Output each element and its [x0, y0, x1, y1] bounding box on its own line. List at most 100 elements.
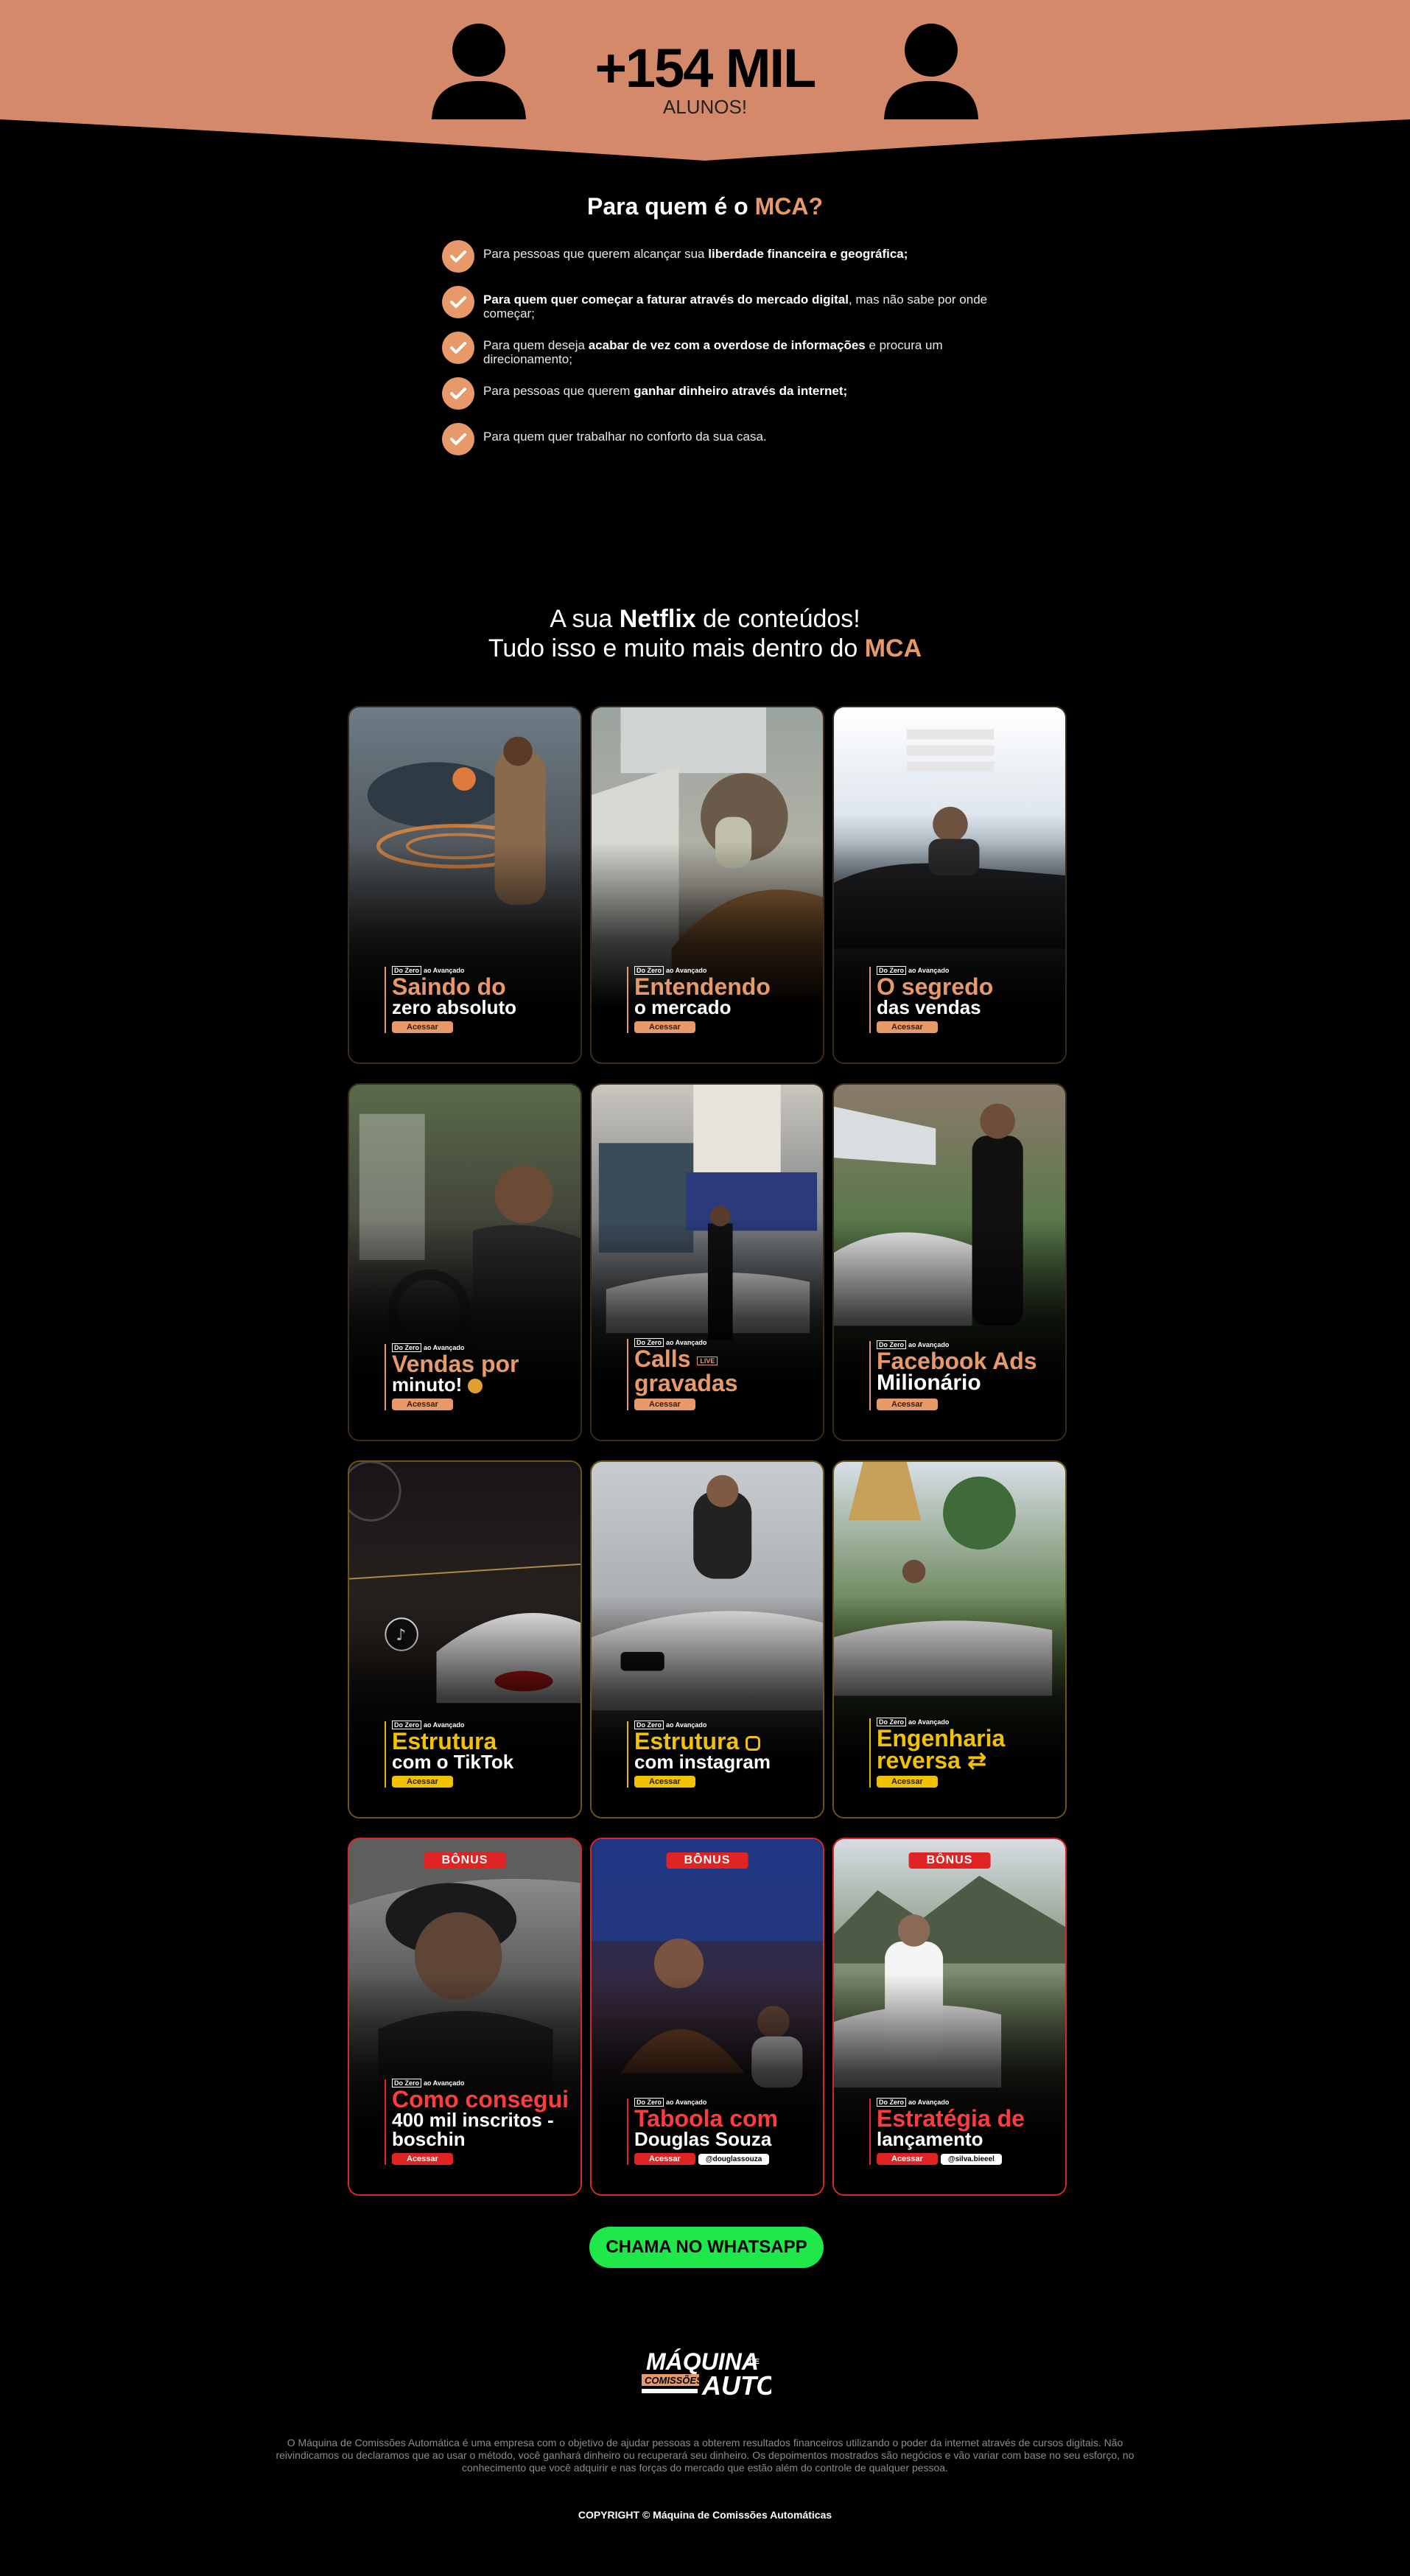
card-subtitle: das vendas: [877, 996, 981, 1018]
card-subtitle: lançamento: [877, 2128, 983, 2150]
card-content: Do Zero ao Avançado Engenharia reversa ⇄ …: [869, 1718, 1061, 1788]
check-icon: [442, 240, 474, 273]
check-icon: [442, 377, 474, 410]
access-button[interactable]: Acessar: [877, 2153, 938, 2165]
benefit-item: Para pessoas que querem alcançar sua lib…: [442, 240, 1002, 290]
card-content: Do Zero ao Avançado Vendas por minuto! Ac…: [385, 1343, 576, 1410]
course-card[interactable]: Do Zero ao Avançado O segredo das vendas …: [832, 706, 1067, 1064]
instagram-handle[interactable]: @silva.bieeel: [940, 2154, 1002, 2165]
card-subtitle: o mercado: [634, 996, 732, 1018]
svg-text:COMISSÕES: COMISSÕES: [645, 2375, 703, 2386]
check-icon: [442, 332, 474, 364]
benefit-item: Para quem quer trabalhar no conforto da …: [442, 423, 1002, 473]
stats-banner: +154 MIL ALUNOS!: [0, 0, 1410, 162]
card-content: Do Zero ao Avançado Calls LIVE gravadas A…: [627, 1338, 818, 1410]
benefit-text: Para pessoas que querem ganhar dinheiro …: [483, 384, 848, 398]
benefit-text: Para pessoas que querem alcançar sua lib…: [483, 247, 908, 261]
card-subtitle: Milionário: [877, 1371, 981, 1395]
access-button[interactable]: Acessar: [392, 2153, 453, 2165]
card-title: Saindo do: [392, 973, 506, 1000]
svg-text:AUTO: AUTO: [701, 2370, 771, 2401]
course-card[interactable]: ♪ Do Zeroao Avançado Estrutura com o Tik…: [348, 1460, 582, 1819]
card-subtitle: zero absoluto: [392, 996, 517, 1018]
card-content: Do Zero ao Avançado Taboola com Douglas S…: [627, 2098, 818, 2165]
access-button[interactable]: Acessar: [392, 1776, 453, 1788]
access-button[interactable]: Acessar: [392, 1021, 453, 1033]
card-subtitle: gravadas: [634, 1370, 738, 1396]
access-button[interactable]: Acessar: [392, 1399, 453, 1410]
card-subtitle: com o TikTok: [392, 1751, 514, 1773]
access-button[interactable]: Acessar: [634, 1021, 695, 1033]
card-content: Do Zero ao Avançado Estratégia de lançame…: [869, 2098, 1061, 2165]
benefit-item: Para pessoas que querem ganhar dinheiro …: [442, 377, 1002, 427]
card-content: Do Zero ao Avançado Facebook Ads Milionár…: [869, 1340, 1061, 1410]
card-title: O segredo: [877, 973, 994, 1000]
audience-title-text: Para quem é o: [586, 193, 755, 220]
audience-title-accent: MCA?: [754, 193, 824, 220]
bonus-badge: BÔNUS: [424, 1852, 506, 1869]
students-label: ALUNOS!: [662, 96, 748, 118]
access-button[interactable]: Acessar: [877, 1399, 938, 1410]
svg-text:DE: DE: [749, 2358, 760, 2366]
card-title: Facebook Ads: [877, 1348, 1037, 1374]
benefit-text: Para quem quer começar a faturar através…: [483, 293, 988, 321]
instagram-handle[interactable]: @douglassouza: [698, 2154, 770, 2165]
card-content: Do Zero ao Avançado Entendendo o mercado …: [627, 966, 818, 1033]
bonus-card[interactable]: BÔNUS Do Zero ao Avançado Taboola com Dou…: [590, 1838, 824, 2196]
card-subtitle: reversa ⇄: [877, 1747, 987, 1774]
legal-disclaimer: O Máquina de Comissões Automática é uma …: [276, 2437, 1134, 2474]
bonus-card[interactable]: BÔNUS Do Zero ao Avançado Estratégia de l…: [832, 1838, 1067, 2196]
check-icon: [442, 286, 474, 318]
whatsapp-button[interactable]: CHAMA NO WHATSAPP: [589, 2227, 824, 2268]
card-content: Do Zero ao Avançado O segredo das vendas …: [869, 966, 1061, 1033]
card-title: Estrutura: [392, 1728, 497, 1754]
card-subtitle: Douglas Souza: [634, 2128, 772, 2150]
card-title: Vendas por: [392, 1351, 519, 1377]
benefits-list: Para pessoas que querem alcançar sua lib…: [442, 240, 1002, 473]
instagram-icon: [746, 1735, 761, 1751]
live-badge: LIVE: [697, 1357, 718, 1365]
course-card[interactable]: Do Zero ao Avançado Calls LIVE gravadas A…: [590, 1083, 824, 1441]
card-title: Calls LIVE: [634, 1347, 818, 1372]
access-button[interactable]: Acessar: [877, 1776, 938, 1788]
access-button[interactable]: Acessar: [634, 1776, 695, 1788]
access-button[interactable]: Acessar: [634, 2153, 695, 2165]
card-title: Entendendo: [634, 973, 771, 1000]
benefit-text: Para quem quer trabalhar no conforto da …: [483, 430, 767, 444]
course-card[interactable]: Do Zero ao Avançado Vendas por minuto! Ac…: [348, 1083, 582, 1441]
benefit-text: Para quem deseja acabar de vez com a ove…: [483, 338, 943, 366]
card-subtitle: minuto!: [392, 1375, 576, 1394]
card-content: Do Zero ao Avançado Estrutura com instagr…: [627, 1721, 818, 1788]
card-subtitle: com instagram: [634, 1751, 771, 1773]
copyright: COPYRIGHT © Máquina de Comissões Automát…: [578, 2509, 832, 2521]
netflix-title-line2: Tudo isso e muito mais dentro do MCA: [488, 634, 922, 662]
benefit-item: Para quem quer começar a faturar através…: [442, 286, 1002, 336]
card-content: Do Zero ao Avançado Estrutura com o TikTo…: [385, 1721, 576, 1788]
course-card[interactable]: Do Zero ao Avançado Facebook Ads Milionár…: [832, 1083, 1067, 1441]
access-button[interactable]: Acessar: [877, 1021, 938, 1033]
course-card[interactable]: Do Zero ao Avançado Entendendo o mercado …: [590, 706, 824, 1064]
course-card[interactable]: Do Zero ao Avançado Estrutura com instagr…: [590, 1460, 824, 1819]
course-card[interactable]: Do Zero ao Avançado Engenharia reversa ⇄ …: [832, 1460, 1067, 1819]
repeat-icon: ⇄: [967, 1747, 987, 1774]
netflix-title-line1: A sua Netflix de conteúdos!: [550, 605, 860, 633]
card-title: Estratégia de: [877, 2105, 1025, 2132]
course-card[interactable]: Do Zero ao Avançado Saindo do zero absolu…: [348, 706, 582, 1064]
card-title: Como consegui: [392, 2086, 569, 2113]
card-subtitle: 400 mil inscritos - boschin: [392, 2109, 554, 2150]
bonus-card[interactable]: BÔNUS Do Zero ao Avançado Como consegui 4…: [348, 1838, 582, 2196]
coin-icon: [467, 1379, 483, 1394]
check-icon: [442, 423, 474, 455]
audience-title: Para quem é o MCA?: [0, 193, 1410, 220]
brand-logo: MÁQUINA DE COMISSÕES AUTO: [639, 2346, 776, 2402]
students-count: +154 MIL: [594, 38, 817, 99]
card-title: Taboola com: [634, 2105, 778, 2132]
bonus-badge: BÔNUS: [908, 1852, 991, 1869]
card-title: Estrutura: [634, 1729, 818, 1753]
bonus-badge: BÔNUS: [666, 1852, 748, 1869]
card-content: Do Zero ao Avançado Como consegui 400 mil…: [385, 2079, 576, 2165]
benefit-item: Para quem deseja acabar de vez com a ove…: [442, 332, 1002, 382]
card-title: Engenharia: [877, 1725, 1006, 1751]
card-content: Do Zero ao Avançado Saindo do zero absolu…: [385, 966, 576, 1033]
access-button[interactable]: Acessar: [634, 1399, 695, 1410]
